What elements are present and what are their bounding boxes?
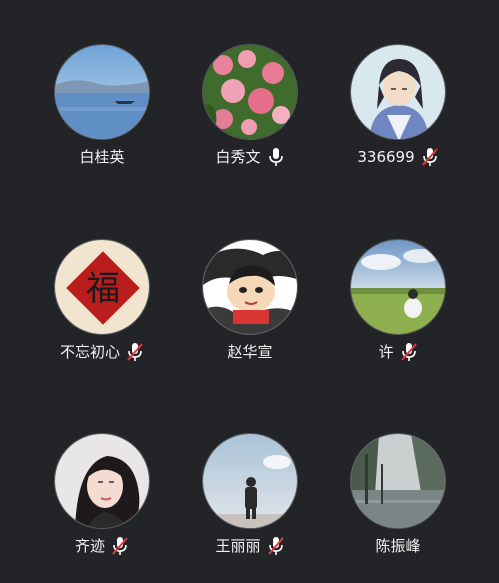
name-row: 许 [378, 341, 417, 363]
participant-tile[interactable]: 福 不忘初心 [27, 239, 177, 379]
rainy-street-avatar [350, 433, 446, 529]
name-row: 王丽丽 [215, 535, 284, 557]
participant-name: 王丽丽 [215, 537, 261, 555]
participant-name: 白桂英 [79, 148, 125, 166]
man-sky-avatar [202, 433, 298, 529]
woman-portrait-avatar [54, 433, 150, 529]
microphone-on-icon [267, 147, 285, 167]
participant-tile[interactable]: 王丽丽 [175, 433, 325, 573]
name-row: 不忘初心 [60, 341, 144, 363]
participant-name: 齐迹 [74, 537, 105, 555]
participant-tile[interactable]: 陈振峰 [323, 433, 473, 573]
name-row: 白秀文 [215, 146, 284, 168]
svg-text:福: 福 [86, 269, 120, 309]
participant-grid: 白桂英 白秀文 336699 福 不忘初心 赵华宣 许 齐迹 王丽丽 陈振峰 [0, 0, 499, 583]
name-row: 齐迹 [75, 535, 129, 557]
name-row: 白桂英 [79, 146, 124, 168]
microphone-muted-icon [421, 147, 439, 167]
name-row: 陈振峰 [375, 535, 420, 557]
pink-flowers-avatar [202, 44, 298, 140]
name-row: 赵华宣 [227, 341, 272, 363]
lake-landscape-avatar [54, 44, 150, 140]
microphone-muted-icon [400, 342, 418, 362]
participant-name: 陈振峰 [375, 537, 421, 555]
microphone-muted-icon [111, 536, 129, 556]
grassland-person-avatar [350, 239, 446, 335]
microphone-muted-icon [267, 536, 285, 556]
participant-tile[interactable]: 336699 [323, 44, 473, 184]
fu-character-avatar: 福 [54, 239, 150, 335]
participant-name: 不忘初心 [59, 343, 120, 361]
name-row: 336699 [357, 146, 438, 168]
participant-name: 336699 [357, 148, 415, 166]
participant-tile[interactable]: 赵华宣 [175, 239, 325, 379]
participant-tile[interactable]: 许 [323, 239, 473, 379]
participant-tile[interactable]: 齐迹 [27, 433, 177, 573]
participant-name: 白秀文 [215, 148, 261, 166]
participant-name: 赵华宣 [227, 343, 273, 361]
anime-character-avatar [350, 44, 446, 140]
participant-tile[interactable]: 白秀文 [175, 44, 325, 184]
participant-tile[interactable]: 白桂英 [27, 44, 177, 184]
participant-name: 许 [378, 343, 394, 361]
microphone-muted-icon [126, 342, 144, 362]
cartoon-boy-avatar [202, 239, 298, 335]
